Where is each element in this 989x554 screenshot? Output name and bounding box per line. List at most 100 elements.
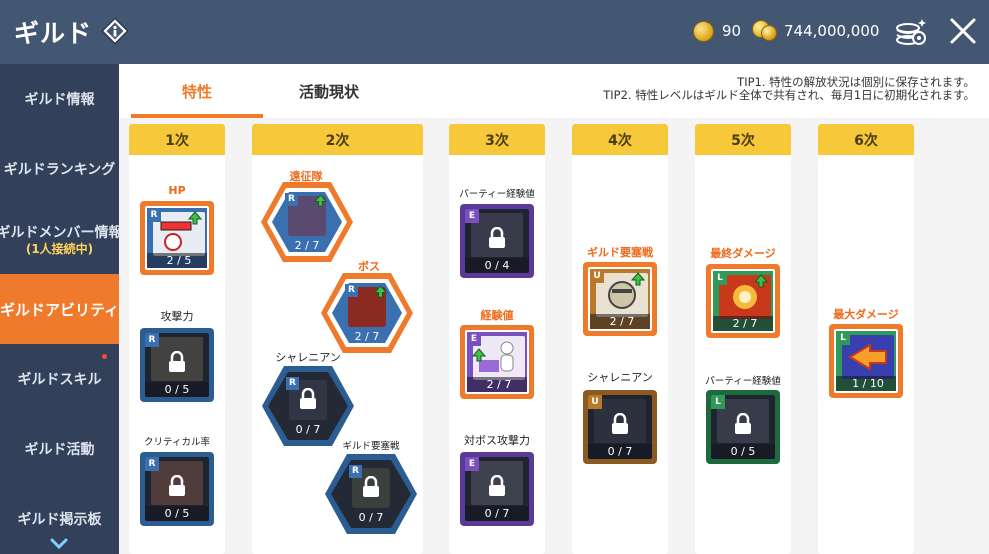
skill-card-party-exp-5[interactable]: L 0 / 5: [706, 390, 780, 464]
skill-name-final-damage: 最終ダメージ: [710, 247, 776, 260]
skill-level: 0 / 7: [358, 511, 384, 524]
grade-badge: E: [467, 332, 481, 346]
skill-card-max-damage[interactable]: L 1 / 10: [829, 324, 903, 398]
skill-level: 2 / 7: [590, 314, 650, 329]
coins-gear-icon[interactable]: [893, 14, 929, 50]
page-title: ギルド: [14, 19, 93, 48]
close-icon[interactable]: [946, 14, 980, 48]
chevron-down-icon[interactable]: [49, 537, 69, 551]
info-icon[interactable]: [101, 17, 129, 45]
skill-name-crit: クリティカル率: [144, 437, 210, 448]
skill-card-party-exp[interactable]: E 0 / 4: [460, 204, 534, 278]
skill-card-boss-attack[interactable]: E 0 / 7: [460, 452, 534, 526]
grade-badge: E: [465, 209, 479, 223]
skill-level: 2 / 7: [713, 316, 773, 331]
currency-coin-value: 90: [722, 22, 742, 40]
grade-badge: L: [836, 331, 850, 345]
skill-card-exp[interactable]: E 2 / 7: [460, 325, 534, 399]
skill-card-sharenian-4[interactable]: U 0 / 7: [583, 390, 657, 464]
skill-name-party-exp-5: パーティー経験値: [705, 376, 781, 387]
column-tier-5: 5次: [695, 124, 791, 554]
skill-name-max-damage: 最大ダメージ: [833, 308, 899, 321]
grade-badge: E: [465, 457, 479, 471]
skill-level: 2 / 7: [467, 377, 527, 392]
skill-card-attack[interactable]: R 0 / 5: [140, 328, 214, 402]
tips: TIP1. 特性の解放状況は個別に保存されます。 TIP2. 特性レベルはギルド…: [603, 76, 975, 102]
lock-icon: [735, 413, 751, 434]
sidebar-item-guild-skill[interactable]: ギルドスキル: [0, 344, 119, 414]
column-header: 2次: [252, 124, 423, 155]
tab-activity-status[interactable]: 活動現状: [263, 64, 395, 118]
sidebar-item-guild-ranking[interactable]: ギルドランキング: [0, 134, 119, 204]
skill-level: 2 / 5: [147, 253, 207, 268]
grade-badge: L: [711, 395, 725, 409]
notification-dot: [102, 354, 107, 359]
skill-level: 0 / 4: [465, 258, 529, 273]
grade-badge: R: [145, 333, 159, 347]
grade-badge: R: [345, 284, 358, 297]
tab-bar: 特性 活動現状 TIP1. 特性の解放状況は個別に保存されます。 TIP2. 特…: [119, 64, 989, 118]
grade-badge: U: [590, 269, 604, 283]
column-header: 3次: [449, 124, 545, 155]
skill-hex-boss[interactable]: R 2 / 7: [319, 271, 415, 355]
upgrade-arrow-icon: [374, 285, 387, 298]
meso-icon: [752, 20, 778, 42]
skill-level: 0 / 7: [465, 506, 529, 521]
tab-traits[interactable]: 特性: [131, 64, 263, 118]
lock-icon: [169, 475, 185, 496]
skill-level: 0 / 5: [145, 382, 209, 397]
grade-badge: R: [145, 457, 159, 471]
lock-icon: [489, 227, 505, 248]
top-bar: ギルド 90 744,000,000: [0, 0, 989, 64]
skill-name-guild-siege: ギルド要塞戦: [342, 441, 400, 452]
sidebar-item-member-info[interactable]: ギルドメンバー情報 (1人接続中): [0, 204, 119, 274]
grade-badge: R: [285, 193, 298, 206]
lock-icon: [300, 388, 316, 409]
skill-level: 1 / 10: [836, 376, 896, 391]
app-root: ギルド 90 744,000,000 ギルド情報 ギルドランキング ギルドメンバ…: [0, 0, 989, 554]
skill-card-hp[interactable]: R 2 / 5: [140, 201, 214, 275]
sidebar-item-guild-activity[interactable]: ギルド活動: [0, 414, 119, 484]
tab-underline: [131, 114, 263, 118]
lock-icon: [489, 475, 505, 496]
skill-level: 2 / 7: [294, 239, 320, 252]
upgrade-arrow-icon: [188, 211, 202, 225]
skill-card-final-damage[interactable]: L 2 / 7: [706, 264, 780, 338]
lock-icon: [169, 351, 185, 372]
main-content: 特性 活動現状 TIP1. 特性の解放状況は個別に保存されます。 TIP2. 特…: [119, 64, 989, 554]
sidebar-item-guild-info[interactable]: ギルド情報: [0, 64, 119, 134]
coin-icon: [693, 20, 714, 42]
currency-meso-value: 744,000,000: [784, 22, 880, 40]
skill-name-sharenian: シャレニアン: [275, 351, 341, 364]
upgrade-arrow-icon: [314, 194, 327, 207]
grade-badge: L: [713, 271, 727, 285]
column-header: 6次: [818, 124, 914, 155]
skill-card-crit[interactable]: R 0 / 5: [140, 452, 214, 526]
tip-2: TIP2. 特性レベルはギルド全体で共有され、毎月1日に初期化されます。: [603, 88, 975, 102]
skill-level: 0 / 5: [145, 506, 209, 521]
skill-hex-expedition[interactable]: R 2 / 7: [259, 180, 355, 264]
column-header: 5次: [695, 124, 791, 155]
skill-name-exp: 経験値: [480, 309, 514, 322]
skill-name-boss-attack: 対ボス攻撃力: [464, 434, 530, 447]
skill-name-sharenian-4: シャレニアン: [587, 371, 653, 384]
lock-icon: [612, 413, 628, 434]
skill-name-hp: HP: [168, 184, 186, 197]
skill-hex-guild-siege[interactable]: R 0 / 7: [323, 452, 419, 536]
grade-badge: R: [147, 208, 161, 222]
grade-badge: U: [588, 395, 602, 409]
skill-level: 2 / 7: [354, 330, 380, 343]
column-tier-4: 4次: [572, 124, 668, 554]
member-info-label: ギルドメンバー情報: [0, 225, 119, 241]
sidebar: ギルド情報 ギルドランキング ギルドメンバー情報 (1人接続中) ギルドアビリティ…: [0, 64, 119, 554]
sidebar-item-guild-ability[interactable]: ギルドアビリティ: [0, 274, 119, 344]
skill-level: 0 / 7: [588, 444, 652, 459]
upgrade-arrow-icon: [754, 274, 768, 288]
skill-name-attack: 攻撃力: [160, 310, 194, 323]
currency-coin: 90: [693, 18, 741, 44]
upgrade-arrow-icon: [472, 348, 486, 362]
lock-icon: [363, 476, 379, 497]
skill-hex-sharenian[interactable]: R 0 / 7: [260, 364, 356, 448]
currency-meso: 744,000,000: [752, 18, 879, 44]
skill-card-guild-siege-4[interactable]: U 2 / 7: [583, 262, 657, 336]
